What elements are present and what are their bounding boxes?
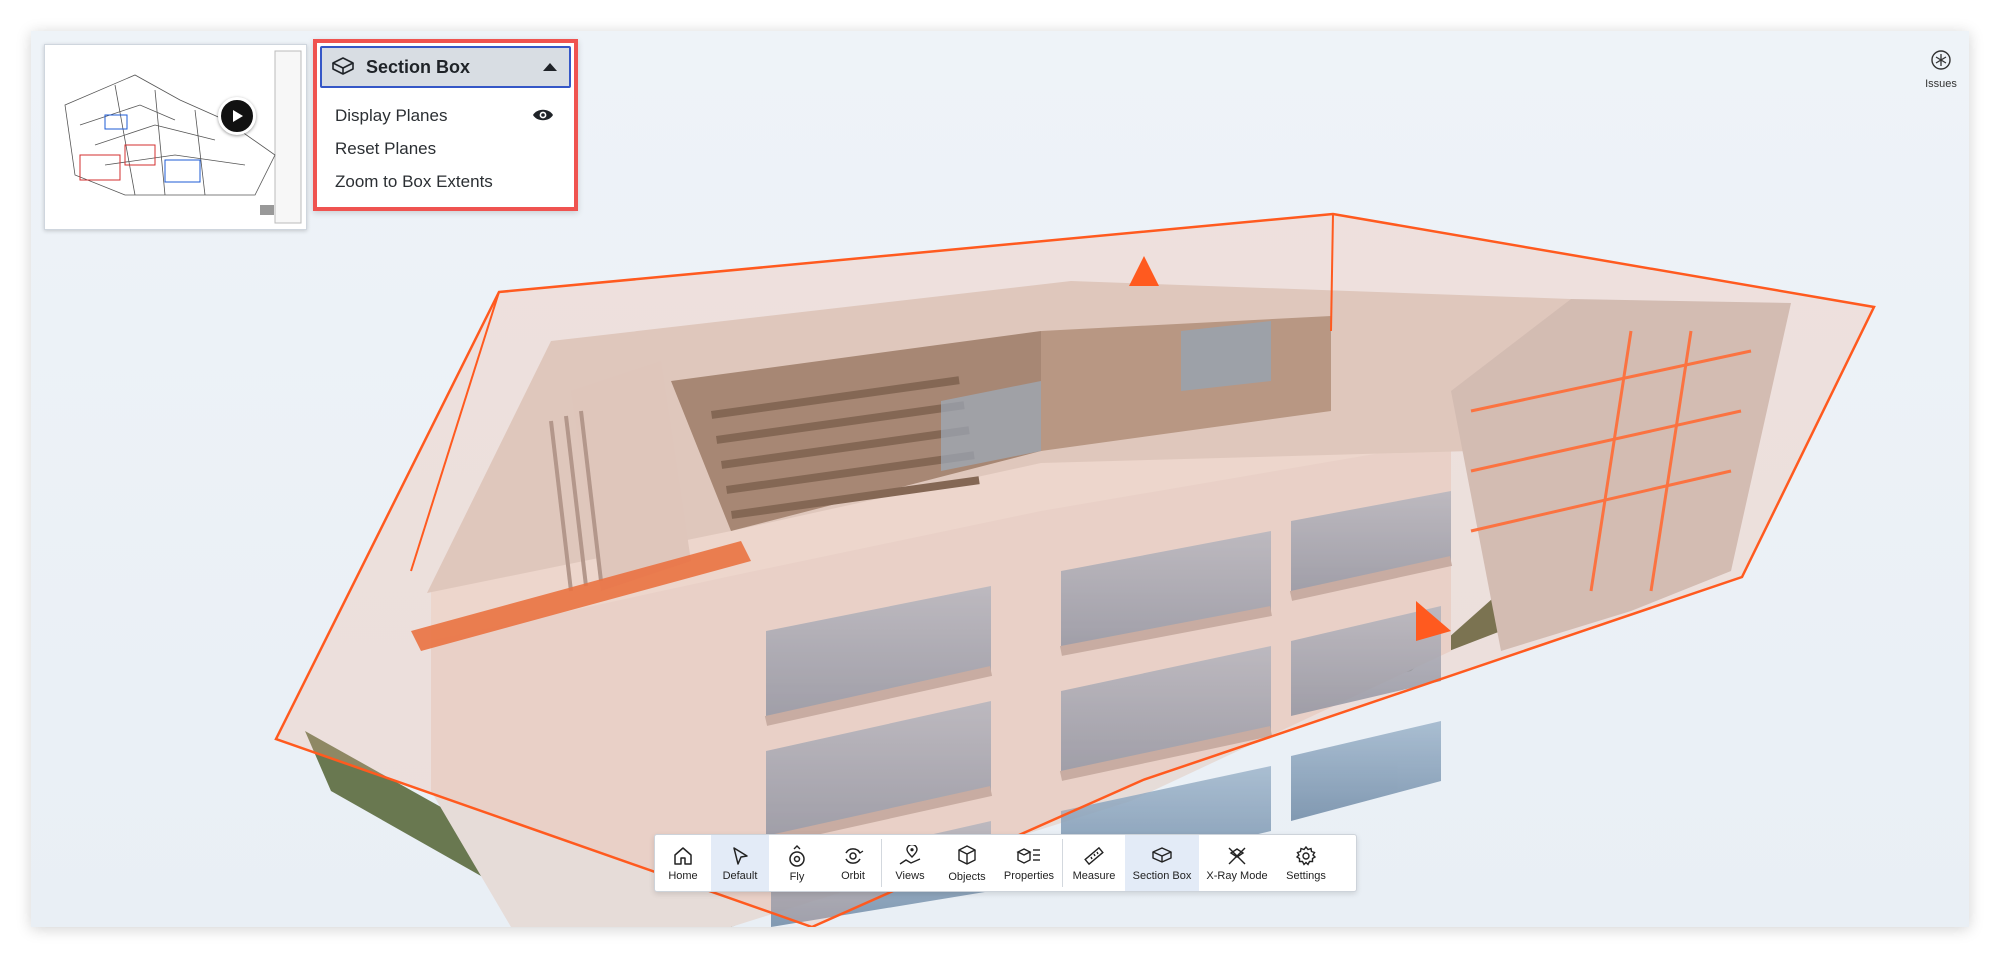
caret-up-icon: [543, 63, 557, 71]
toolbar-button-home[interactable]: Home: [655, 835, 711, 891]
menu-item-zoom-to-box-extents[interactable]: Zoom to Box Extents: [317, 165, 574, 198]
toolbar-label: Objects: [948, 870, 986, 883]
section-box-title: Section Box: [366, 56, 471, 77]
toolbar-button-fly[interactable]: Fly: [769, 835, 825, 891]
toolbar-button-properties[interactable]: Properties: [996, 835, 1062, 891]
orbit-icon: [845, 847, 864, 864]
section-box-icon: [1152, 846, 1172, 863]
section-box-menu: Display Planes Reset Planes Zoom to Box …: [317, 99, 574, 198]
home-icon: [674, 846, 692, 865]
issues-label: Issues: [1925, 78, 1957, 90]
toolbar-label: Measure: [1072, 869, 1116, 882]
issues-icon: [1931, 50, 1951, 70]
toolbar-button-views[interactable]: Views: [882, 835, 938, 891]
toolbar-label: Views: [895, 869, 925, 882]
toolbar-button-orbit[interactable]: Orbit: [825, 835, 881, 891]
toolbar-label: Home: [668, 869, 698, 882]
toolbar-label: X-Ray Mode: [1206, 869, 1268, 882]
toolbar-button-section-box[interactable]: Section Box: [1125, 835, 1199, 891]
cursor-icon: [733, 846, 748, 865]
toolbar-button-settings[interactable]: Settings: [1275, 835, 1337, 891]
play-icon: [233, 110, 243, 122]
objects-icon: [958, 844, 976, 865]
viewer-window: Section Box Display Planes Reset Planes …: [31, 31, 1969, 927]
menu-item-label: Reset Planes: [335, 138, 437, 158]
toolbar-label: Orbit: [841, 869, 865, 882]
toolbar-button-xray-mode[interactable]: X-Ray Mode: [1199, 835, 1275, 891]
xray-icon: [1228, 847, 1246, 864]
toolbar-label: Fly: [789, 870, 805, 883]
play-button[interactable]: [218, 97, 256, 135]
toolbar-button-objects[interactable]: Objects: [938, 835, 996, 891]
gear-icon: [1295, 845, 1317, 866]
floor-plan-preview: [64, 50, 302, 224]
section-box-icon: [332, 57, 354, 75]
menu-item-label: Zoom to Box Extents: [335, 171, 493, 191]
toolbar-label: Section Box: [1132, 869, 1192, 882]
eye-icon[interactable]: [532, 108, 554, 122]
views-icon: [899, 844, 921, 865]
menu-item-display-planes[interactable]: Display Planes: [317, 99, 574, 132]
menu-item-reset-planes[interactable]: Reset Planes: [317, 132, 574, 165]
toolbar-button-default[interactable]: Default: [711, 835, 769, 891]
issues-button[interactable]: Issues: [1919, 49, 1963, 90]
sheet-thumbnail[interactable]: [44, 44, 307, 230]
properties-icon: [1016, 847, 1040, 864]
ruler-icon: [1084, 846, 1104, 865]
toolbar-label: Properties: [1003, 869, 1055, 882]
toolbar-label: Settings: [1286, 869, 1326, 882]
section-box-panel: Section Box Display Planes Reset Planes …: [313, 39, 578, 211]
toolbar-button-measure[interactable]: Measure: [1063, 835, 1125, 891]
fly-icon: [789, 844, 805, 867]
viewer-toolbar: Home Default Fly Orbit Views Objects Pro…: [654, 834, 1357, 892]
section-box-dropdown-toggle[interactable]: Section Box: [320, 46, 571, 88]
menu-item-label: Display Planes: [335, 105, 448, 125]
toolbar-label: Default: [722, 869, 758, 882]
